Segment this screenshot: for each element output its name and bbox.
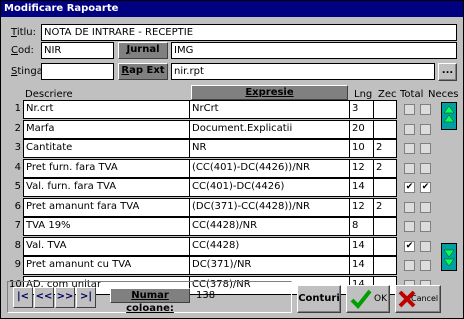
lng-cell[interactable]: 8 [349, 217, 374, 236]
expresie-cell[interactable]: CC(401)-DC(4426) [189, 178, 350, 197]
row-number: 6 [14, 201, 21, 212]
nav-prev-button[interactable]: << [34, 287, 54, 308]
total-checkbox[interactable] [404, 143, 415, 154]
expresie-cell[interactable]: Document.Explicatii [189, 120, 350, 139]
neces-checkbox[interactable] [420, 124, 431, 135]
zec-cell[interactable]: 2 [373, 139, 397, 158]
lng-cell[interactable]: 14 [349, 237, 374, 256]
total-checkbox[interactable] [404, 124, 415, 135]
numar-coloane-value: 138 [196, 290, 216, 301]
zec-cell[interactable] [373, 178, 397, 197]
zec-cell[interactable]: 2 [373, 159, 397, 178]
zec-cell[interactable]: 2 [373, 198, 397, 217]
expresie-cell[interactable]: NrCrt [189, 100, 350, 119]
total-checkbox[interactable]: ✔ [404, 182, 415, 193]
cancel-button[interactable]: Cancel [395, 285, 441, 313]
descriere-cell[interactable]: Nr.crt [23, 100, 190, 119]
report-edit-window: Modificare Rapoarte Titlu: NOTA DE INTRA… [0, 0, 464, 319]
nav-last-button[interactable]: >| [76, 287, 96, 308]
zec-cell[interactable] [373, 120, 397, 139]
jurnal-button[interactable]: Jurnal [118, 42, 168, 59]
total-checkbox[interactable]: ✔ [404, 241, 415, 252]
zec-cell[interactable] [373, 217, 397, 236]
lng-cell[interactable]: 10 [349, 139, 374, 158]
descriere-cell[interactable]: TVA 19% [23, 217, 190, 236]
expresie-cell[interactable]: DC(371)/NR [189, 256, 350, 275]
expresie-cell[interactable]: (DC(371)-CC(4428))/NR [189, 198, 350, 217]
total-checkbox[interactable] [404, 221, 415, 232]
ok-button[interactable]: OK [346, 285, 390, 313]
neces-checkbox[interactable] [420, 221, 431, 232]
descriere-cell[interactable]: Pret amanunt fara TVA [23, 198, 190, 217]
header-expresie[interactable]: Expresie [191, 85, 348, 100]
header-neces: Neces [428, 89, 459, 100]
total-checkbox[interactable] [404, 260, 415, 271]
neces-checkbox[interactable]: ✔ [420, 182, 431, 193]
lng-cell[interactable]: 14 [349, 256, 374, 275]
header-total: Total [400, 89, 424, 100]
nav-first-button[interactable]: |< [13, 287, 33, 308]
jurnal-input[interactable]: IMG [171, 42, 457, 59]
descriere-cell[interactable]: Val. furn. fara TVA [23, 178, 190, 197]
lng-cell[interactable]: 20 [349, 120, 374, 139]
scroll-down-button[interactable] [441, 243, 457, 271]
cod-label: Cod: [11, 45, 34, 56]
expresie-cell[interactable]: CC(4428) [189, 237, 350, 256]
neces-checkbox[interactable] [420, 163, 431, 174]
nav-next-button[interactable]: >> [55, 287, 75, 308]
numar-coloane-text: Numar coloane: [126, 290, 174, 314]
browse-button[interactable]: ... [438, 63, 457, 81]
numar-coloane-label: Numar coloane: [110, 288, 190, 314]
lng-cell[interactable]: 12 [349, 159, 374, 178]
total-checkbox[interactable] [404, 202, 415, 213]
zec-cell[interactable] [373, 100, 397, 119]
total-checkbox[interactable] [404, 163, 415, 174]
neces-checkbox[interactable] [420, 104, 431, 115]
rap-ext-input[interactable]: nir.rpt [171, 63, 435, 80]
double-up-arrow-icon [443, 105, 455, 123]
row-number: 9 [14, 259, 21, 270]
neces-checkbox[interactable] [420, 241, 431, 252]
conturi-label: Conturi [298, 293, 340, 304]
descriere-cell[interactable]: Val. TVA [23, 237, 190, 256]
titlu-input[interactable]: NOTA DE INTRARE - RECEPTIE [41, 24, 457, 41]
cancel-label: Cancel [411, 294, 439, 303]
cod-input[interactable]: NIR [41, 42, 114, 59]
double-down-arrow-icon [443, 249, 455, 267]
lng-cell[interactable]: 3 [349, 100, 374, 119]
row-number: 8 [14, 240, 21, 251]
header-expresie-label: Expresie [245, 87, 294, 98]
expresie-cell[interactable]: CC(4428)/NR [189, 217, 350, 236]
stinga-label: Stinga [11, 66, 43, 77]
ok-label: OK [374, 294, 387, 304]
check-icon [350, 289, 372, 309]
window-title: Modificare Rapoarte [1, 1, 463, 17]
neces-checkbox[interactable] [420, 202, 431, 213]
descriere-cell[interactable]: Pret amanunt cu TVA [23, 256, 190, 275]
descriere-cell[interactable]: Pret furn. fara TVA [23, 159, 190, 178]
expresie-cell[interactable]: NR [189, 139, 350, 158]
row-number: 5 [14, 181, 21, 192]
row-number: 2 [14, 123, 21, 134]
descriere-cell[interactable]: Cantitate [23, 139, 190, 158]
total-checkbox[interactable] [404, 104, 415, 115]
zec-cell[interactable] [373, 237, 397, 256]
neces-checkbox[interactable] [420, 143, 431, 154]
rap-ext-button[interactable]: Rap Ext [118, 63, 168, 80]
row-number: 3 [14, 142, 21, 153]
conturi-button[interactable]: Conturi [297, 285, 341, 313]
lng-cell[interactable]: 14 [349, 178, 374, 197]
expresie-cell[interactable]: (CC(401)-DC(4426))/NR [189, 159, 350, 178]
descriere-cell[interactable]: Marfa [23, 120, 190, 139]
row-number: 4 [14, 162, 21, 173]
lng-cell[interactable]: 12 [349, 198, 374, 217]
scroll-up-button[interactable] [441, 102, 457, 130]
titlu-label: Titlu: [11, 27, 36, 38]
row-number: 7 [14, 220, 21, 231]
row-number: 1 [14, 103, 21, 114]
zec-cell[interactable] [373, 256, 397, 275]
neces-checkbox[interactable] [420, 260, 431, 271]
stinga-input[interactable] [41, 63, 114, 80]
